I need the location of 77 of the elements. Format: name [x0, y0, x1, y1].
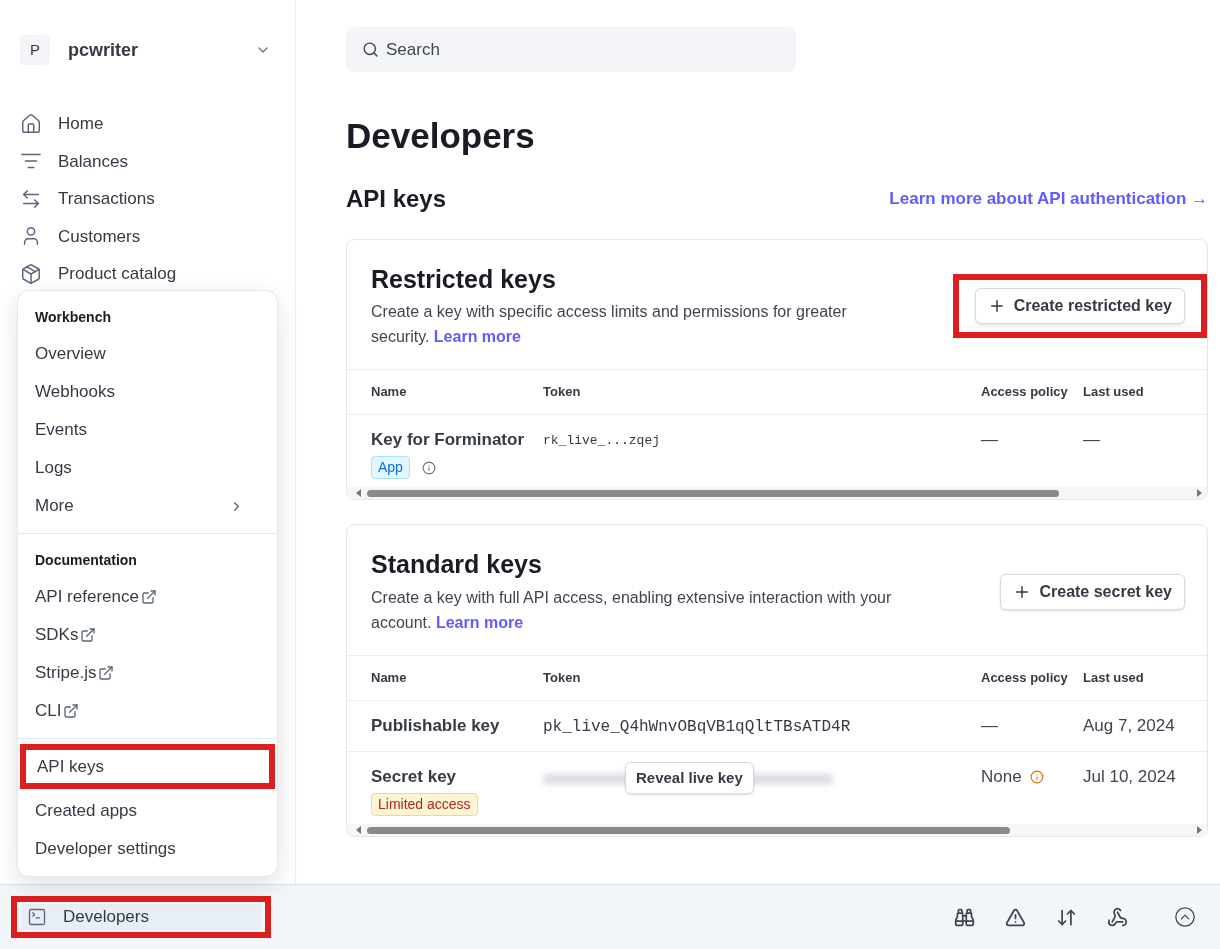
webhook-icon[interactable] [1107, 906, 1128, 928]
menu-item[interactable]: CLI [18, 692, 277, 730]
sidebar-item[interactable]: Home [20, 105, 295, 143]
menu-item[interactable]: Developer settings [18, 830, 277, 868]
home-icon [20, 112, 42, 135]
section-title: API keys [346, 183, 447, 214]
column-header: Access policy [981, 383, 1069, 401]
token-text: pk_live_Q4hWnvOBqVB1qQltTBsATD4R [543, 716, 851, 738]
external-link-icon [63, 703, 80, 719]
access-policy: — [981, 428, 998, 451]
column-header: Name [371, 668, 408, 687]
key-name: Key for Forminator [371, 428, 526, 451]
external-link-icon [98, 665, 115, 681]
learn-more-link[interactable]: Learn more [435, 613, 524, 631]
column-header: Last used [1083, 668, 1145, 687]
last-used: Aug 7, 2024 [1083, 714, 1176, 737]
expand-icon[interactable] [1174, 906, 1196, 928]
search-field[interactable]: Search [346, 27, 796, 72]
sidebar-item[interactable]: Balances [20, 142, 295, 180]
binoculars-icon[interactable] [954, 906, 975, 928]
warning-info-icon[interactable] [1029, 769, 1044, 784]
menu-item[interactable]: SDKs [18, 616, 277, 654]
external-link-icon [140, 589, 157, 605]
menu-item[interactable]: API reference [18, 578, 277, 616]
menu-item[interactable]: Webhooks [18, 373, 277, 411]
box-icon [20, 262, 42, 285]
card-description: Create a key with specific access limits and permissions for greater security. Learn more [371, 301, 848, 347]
page-title: Developers [346, 115, 536, 157]
column-header: Access policy [981, 668, 1069, 687]
learn-more-link[interactable]: Learn more [433, 327, 521, 345]
menu-item[interactable]: Stripe.js [18, 654, 277, 692]
create-key-button[interactable]: Create secret key [1000, 573, 1185, 610]
create-key-button[interactable]: Create restricted key [974, 288, 1185, 325]
sidebar-item[interactable]: Customers [20, 217, 295, 255]
warning-icon[interactable] [1005, 906, 1026, 928]
account-avatar: P [20, 35, 50, 65]
access-policy: None [981, 765, 1022, 788]
menu-heading: Documentation [34, 550, 138, 570]
arrows-icon [20, 187, 42, 210]
sidebar-item[interactable]: Transactions [20, 180, 295, 218]
menu-item[interactable]: Created apps [18, 792, 277, 830]
menu-item[interactable]: Events [18, 411, 277, 449]
token-text: rk_live_...zqej [543, 431, 661, 450]
scroll-right-icon[interactable] [1195, 826, 1203, 834]
card-title: Standard keys [371, 549, 543, 581]
column-header: Token [543, 383, 582, 401]
reveal-key-button[interactable]: Reveal live key [625, 761, 754, 794]
menu-item[interactable]: Overview [18, 335, 277, 373]
column-header: Last used [1083, 383, 1145, 401]
menu-item[interactable]: API keys [26, 750, 269, 783]
last-used: — [1083, 428, 1101, 451]
sidebar-item[interactable]: Product catalog [20, 255, 295, 293]
column-header: Token [543, 668, 582, 687]
authentication-link[interactable]: Learn more about API authentication → [889, 185, 1208, 212]
scroll-left-icon[interactable] [355, 489, 363, 498]
menu-item[interactable]: More [18, 487, 277, 525]
scroll-right-icon[interactable] [1195, 489, 1203, 498]
search-icon [362, 41, 379, 58]
info-icon[interactable] [421, 460, 436, 475]
key-badge: Limited access [371, 793, 478, 816]
external-link-icon [80, 627, 97, 643]
developers-nav-item[interactable]: Developers [21, 904, 261, 930]
key-badge: App [371, 456, 410, 480]
key-name: Secret key [371, 765, 458, 788]
menu-heading: Workbench [34, 307, 112, 327]
menu-item[interactable]: Logs [18, 449, 277, 487]
access-policy: — [981, 714, 998, 737]
card-description: Create a key with full API access, enabling extensive interaction with your account. Learn more [371, 587, 893, 633]
key-name: Publishable key [371, 714, 501, 737]
horizontal-scrollbar[interactable] [347, 487, 1207, 500]
last-used: Jul 10, 2024 [1083, 765, 1177, 788]
column-header: Name [371, 383, 408, 401]
card-title: Restricted keys [371, 263, 557, 295]
horizontal-scrollbar[interactable] [347, 824, 1207, 836]
terminal-icon [27, 907, 47, 927]
account-name[interactable]: pcwriter [68, 36, 255, 64]
scroll-left-icon[interactable] [355, 826, 363, 834]
